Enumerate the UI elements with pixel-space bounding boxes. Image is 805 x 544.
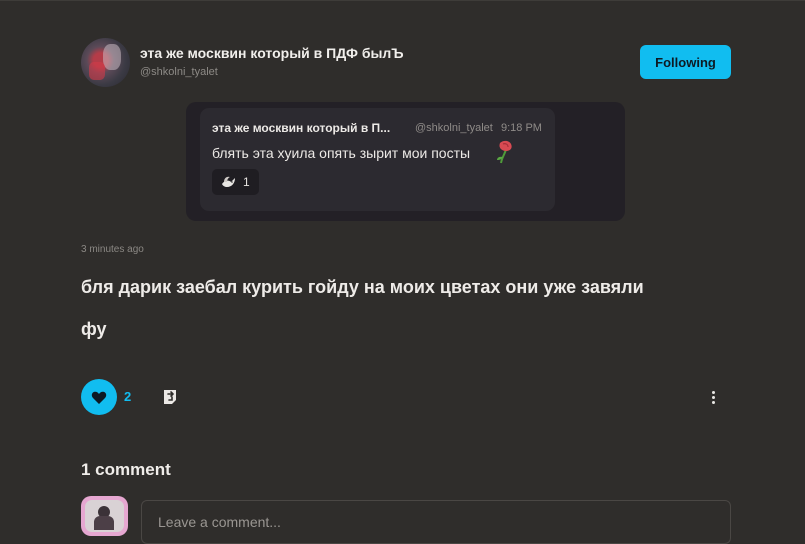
following-button[interactable]: Following bbox=[640, 45, 731, 79]
post-body-line2: фу bbox=[81, 319, 107, 339]
author-avatar[interactable] bbox=[81, 38, 130, 87]
post-timestamp: 3 minutes ago bbox=[81, 244, 144, 255]
quoted-text: блять эта хуила опять зырит мои посты bbox=[212, 145, 471, 161]
like-button[interactable] bbox=[81, 379, 117, 415]
quoted-reaction[interactable]: 1 bbox=[212, 169, 259, 195]
current-user-avatar bbox=[81, 496, 128, 536]
top-divider bbox=[0, 0, 805, 1]
quoted-time: 9:18 PM bbox=[501, 122, 542, 134]
more-options-icon[interactable] bbox=[704, 387, 722, 407]
author-name[interactable]: эта же москвин который в ПДФ былЪ bbox=[140, 45, 404, 61]
wilted-rose-icon bbox=[497, 140, 512, 164]
quoted-author-name: эта же москвин который в П... bbox=[212, 121, 391, 135]
author-handle[interactable]: @shkolni_tyalet bbox=[140, 66, 218, 78]
like-count: 2 bbox=[124, 389, 132, 404]
repost-icon[interactable] bbox=[160, 387, 180, 407]
comment-input[interactable] bbox=[141, 500, 731, 544]
comments-count-title: 1 comment bbox=[81, 460, 171, 479]
quoted-author-handle: @shkolni_tyalet bbox=[415, 122, 493, 134]
heart-icon bbox=[91, 391, 107, 404]
reaction-count: 1 bbox=[243, 175, 250, 189]
dove-icon bbox=[222, 176, 235, 187]
post-body-line1: бля дарик заебал курить гойду на моих цв… bbox=[81, 277, 644, 297]
